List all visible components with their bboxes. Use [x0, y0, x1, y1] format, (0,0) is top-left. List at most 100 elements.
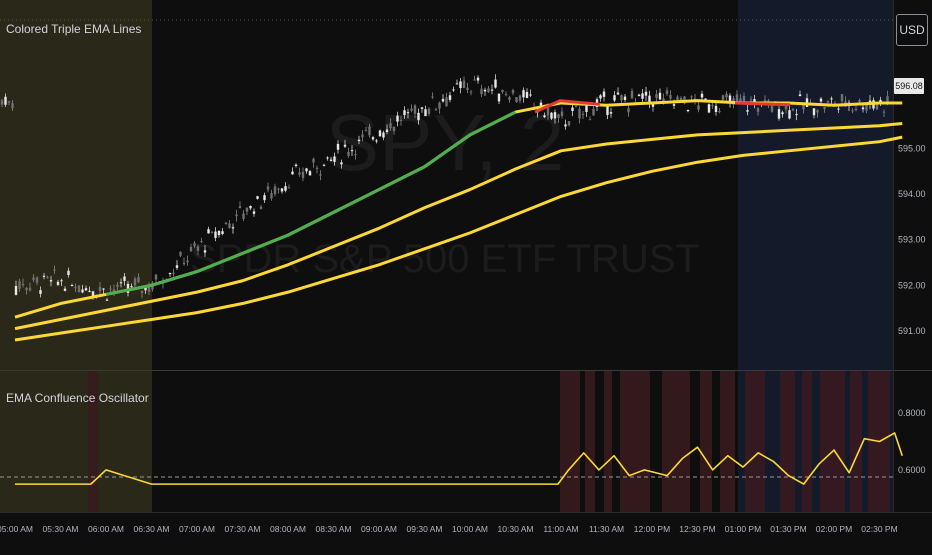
candle-body [287, 187, 291, 189]
candle-body [105, 299, 109, 301]
candle-body [469, 91, 473, 93]
candle-body [445, 97, 448, 107]
candle-body [396, 115, 399, 122]
candle-body [294, 164, 298, 167]
candle-body [368, 126, 371, 136]
osc-band [745, 371, 765, 512]
osc-band [820, 371, 845, 512]
candle-body [123, 276, 126, 281]
candle-body [46, 277, 49, 279]
time-tick-label: 11:30 AM [589, 524, 624, 534]
candle-body [11, 103, 14, 109]
candle-body [67, 270, 70, 275]
candle-body [424, 109, 427, 117]
price-tick-label: 593.00 [898, 235, 926, 245]
candle-body [746, 110, 749, 112]
candle-body [371, 137, 375, 140]
candle-body [550, 112, 553, 119]
time-tick-label: 02:00 PM [816, 524, 852, 534]
currency-button[interactable]: USD [896, 14, 928, 46]
candle-body [588, 119, 592, 121]
candle-body [543, 115, 546, 118]
candle-body [189, 246, 193, 252]
candle-body [235, 214, 238, 217]
candle-body [70, 285, 74, 287]
candle-body [259, 206, 263, 209]
time-tick-label: 11:00 AM [543, 524, 578, 534]
candle-body [557, 114, 560, 118]
time-tick-label: 12:30 PM [679, 524, 715, 534]
candle-body [427, 108, 431, 114]
candle-body [284, 186, 287, 191]
candle-body [280, 188, 284, 192]
candle-body [434, 108, 438, 110]
candle-body [375, 140, 378, 142]
candle-body [476, 77, 480, 81]
candle-body [487, 88, 490, 93]
time-tick-label: 05:30 AM [43, 524, 79, 534]
candle-body [347, 152, 350, 156]
price-tick-label: 591.00 [898, 326, 926, 336]
time-tick-label: 02:30 PM [861, 524, 897, 534]
candle-body [627, 108, 630, 113]
candle-body [886, 96, 889, 102]
candle-body [669, 94, 672, 99]
candle-body [382, 132, 385, 138]
candle-body [420, 107, 424, 109]
candle-body [301, 171, 305, 179]
candle-body [32, 277, 35, 280]
candle-body [350, 150, 354, 152]
osc-band [662, 371, 690, 512]
time-tick-label: 09:30 AM [407, 524, 443, 534]
candle-body [823, 107, 826, 110]
candle-body [511, 90, 515, 94]
candle-body [609, 112, 613, 114]
candle-body [53, 269, 56, 271]
candle-body [501, 90, 504, 92]
chart-canvas[interactable]: SPY, 2 SPDR S&P 500 ETF TRUST 595.00 594.… [0, 0, 932, 550]
candle-body [560, 111, 564, 117]
candle-body [273, 186, 277, 195]
candle-body [882, 111, 886, 113]
candle-body [504, 94, 508, 96]
candle-body [455, 83, 459, 85]
candle-body [623, 96, 627, 101]
time-tick-label: 07:30 AM [225, 524, 261, 534]
candle-body [690, 96, 693, 98]
candle-body [879, 99, 882, 102]
candle-body [816, 110, 819, 113]
candle-body [525, 91, 529, 98]
candle-body [291, 171, 294, 175]
candle-body [77, 285, 81, 293]
candle-body [515, 97, 518, 102]
time-tick-label: 08:30 AM [316, 524, 352, 534]
candle-body [441, 98, 445, 102]
candle-body [109, 288, 112, 290]
candle-body [354, 154, 357, 156]
candle-body [571, 107, 574, 111]
candle-body [686, 109, 690, 112]
candle-body [851, 110, 854, 112]
candle-body [480, 88, 483, 95]
candle-body [494, 79, 497, 88]
candle-body [315, 167, 319, 169]
candle-body [200, 241, 203, 243]
candle-body [25, 287, 28, 291]
time-tick-label: 01:00 PM [725, 524, 761, 534]
candle-body [298, 172, 301, 175]
candle-body [147, 287, 151, 292]
candle-body [644, 91, 648, 96]
osc-band [720, 371, 735, 512]
chart-stage[interactable]: SPY, 2 SPDR S&P 500 ETF TRUST 595.00 594.… [0, 0, 932, 550]
candle-body [256, 196, 259, 199]
time-tick-label: 10:00 AM [452, 524, 488, 534]
candle-body [119, 282, 123, 284]
candle-body [529, 94, 532, 96]
candle-body [861, 107, 865, 110]
candle-body [672, 104, 676, 106]
candle-body [74, 287, 77, 289]
candle-body [21, 283, 25, 286]
candle-body [130, 286, 133, 288]
candle-body [172, 272, 175, 274]
candle-body [791, 109, 795, 111]
